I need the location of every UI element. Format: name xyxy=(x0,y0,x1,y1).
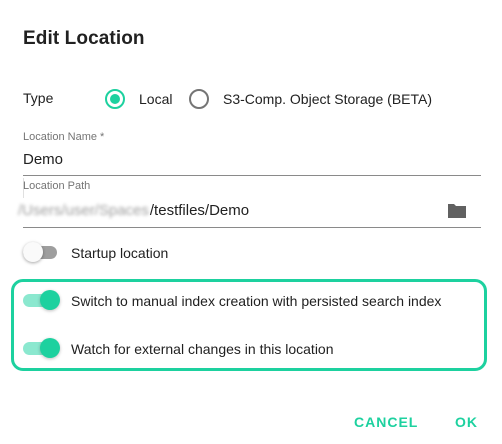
location-path-value: /testfiles/Demo xyxy=(149,202,250,219)
switch-thumb xyxy=(23,242,43,262)
watch-changes-label: Watch for external changes in this locat… xyxy=(71,341,334,357)
location-path-underline xyxy=(23,227,481,228)
radio-s3-storage-label[interactable]: S3-Comp. Object Storage (BETA) xyxy=(223,91,432,107)
radio-s3-storage[interactable] xyxy=(189,89,209,109)
ok-button[interactable]: OK xyxy=(455,414,478,430)
location-path-input[interactable]: /Users/user/Spaces/testfiles/Demo xyxy=(18,202,250,219)
edit-location-dialog: Edit Location Type Local S3-Comp. Object… xyxy=(0,0,502,444)
startup-location-label: Startup location xyxy=(71,245,169,261)
radio-local-label[interactable]: Local xyxy=(139,91,172,107)
watch-changes-switch[interactable] xyxy=(23,338,60,358)
location-name-underline xyxy=(23,175,481,176)
location-name-field[interactable]: Location Name * Demo xyxy=(23,128,481,178)
dialog-title: Edit Location xyxy=(23,28,145,49)
location-name-label: Location Name * xyxy=(23,131,105,143)
type-label: Type xyxy=(23,90,54,106)
switch-thumb xyxy=(40,338,60,358)
location-name-input[interactable]: Demo xyxy=(23,151,63,168)
cancel-button[interactable]: CANCEL xyxy=(354,414,418,430)
switch-thumb xyxy=(40,290,60,310)
manual-index-label: Switch to manual index creation with per… xyxy=(71,293,442,309)
manual-index-switch[interactable] xyxy=(23,290,60,310)
obscured-path-prefix: /Users/user/Spaces xyxy=(18,202,149,219)
radio-local[interactable] xyxy=(105,89,125,109)
location-path-label: Location Path xyxy=(23,180,91,192)
folder-icon[interactable] xyxy=(446,202,468,220)
location-path-field[interactable]: Location Path /Users/user/Spaces/testfil… xyxy=(18,178,481,230)
startup-location-switch[interactable] xyxy=(23,242,59,262)
